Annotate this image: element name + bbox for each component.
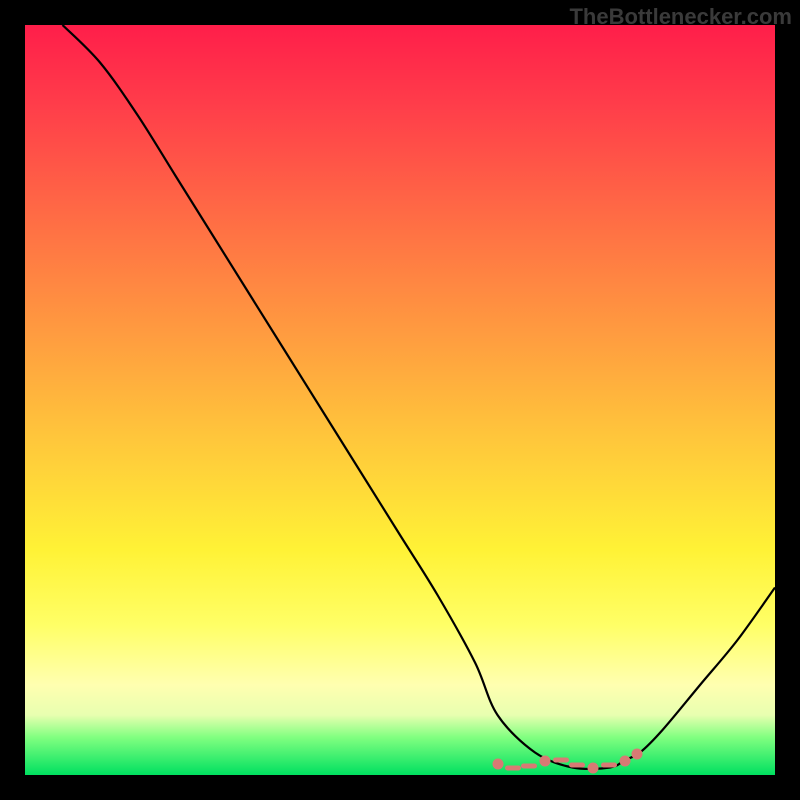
optimal-dash xyxy=(505,765,521,770)
optimal-dash xyxy=(569,762,585,767)
optimal-dash xyxy=(601,763,617,768)
optimal-dot xyxy=(492,759,503,770)
optimal-dash xyxy=(521,764,537,769)
optimal-dot xyxy=(588,762,599,773)
bottleneck-curve xyxy=(25,25,775,775)
chart-area xyxy=(25,25,775,775)
optimal-dot xyxy=(632,749,643,760)
optimal-dash xyxy=(553,758,569,763)
optimal-dot xyxy=(540,756,551,767)
optimal-dot xyxy=(620,755,631,766)
watermark: TheBottlenecker.com xyxy=(569,4,792,30)
